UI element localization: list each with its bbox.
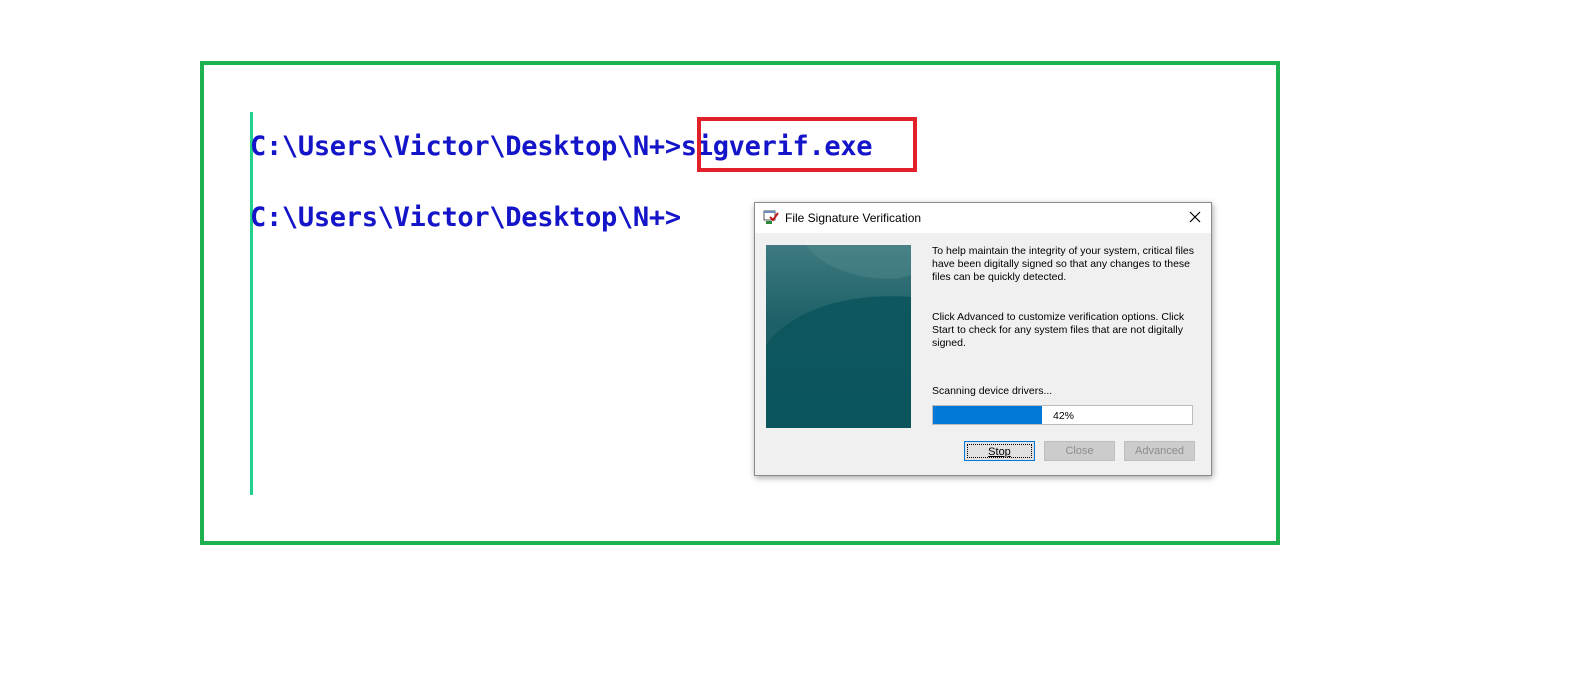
dialog-side-graphic [766, 245, 911, 428]
scan-status-text: Scanning device drivers... [932, 385, 1053, 397]
terminal-line-2: C:\Users\Victor\Desktop\N+> [250, 201, 681, 235]
close-button-label: Close [1065, 445, 1094, 457]
close-icon[interactable] [1187, 209, 1203, 225]
advanced-button[interactable]: Advanced [1124, 441, 1195, 461]
close-button[interactable]: Close [1044, 441, 1115, 461]
advanced-button-label: Advanced [1135, 445, 1184, 457]
terminal-prompt: C:\Users\Victor\Desktop\N+> [250, 131, 681, 162]
sigverif-app-icon [763, 209, 779, 225]
file-signature-verification-dialog: File Signature Verification To help main… [754, 202, 1212, 476]
stop-button-label: Stop [988, 446, 1011, 458]
dialog-description-instructions: Click Advanced to customize verification… [932, 311, 1185, 349]
dialog-title: File Signature Verification [785, 211, 922, 225]
dialog-titlebar[interactable]: File Signature Verification [755, 203, 1211, 233]
command-highlight-box [697, 117, 917, 172]
dialog-description-integrity: To help maintain the integrity of your s… [932, 245, 1195, 283]
terminal-prompt: C:\Users\Victor\Desktop\N+> [250, 202, 681, 233]
progress-fill [933, 406, 1042, 424]
stop-button[interactable]: Stop [964, 441, 1035, 461]
text-caret-line [250, 112, 253, 495]
scan-progress-bar: 42% [932, 405, 1193, 425]
progress-percent-label: 42% [1053, 410, 1075, 422]
